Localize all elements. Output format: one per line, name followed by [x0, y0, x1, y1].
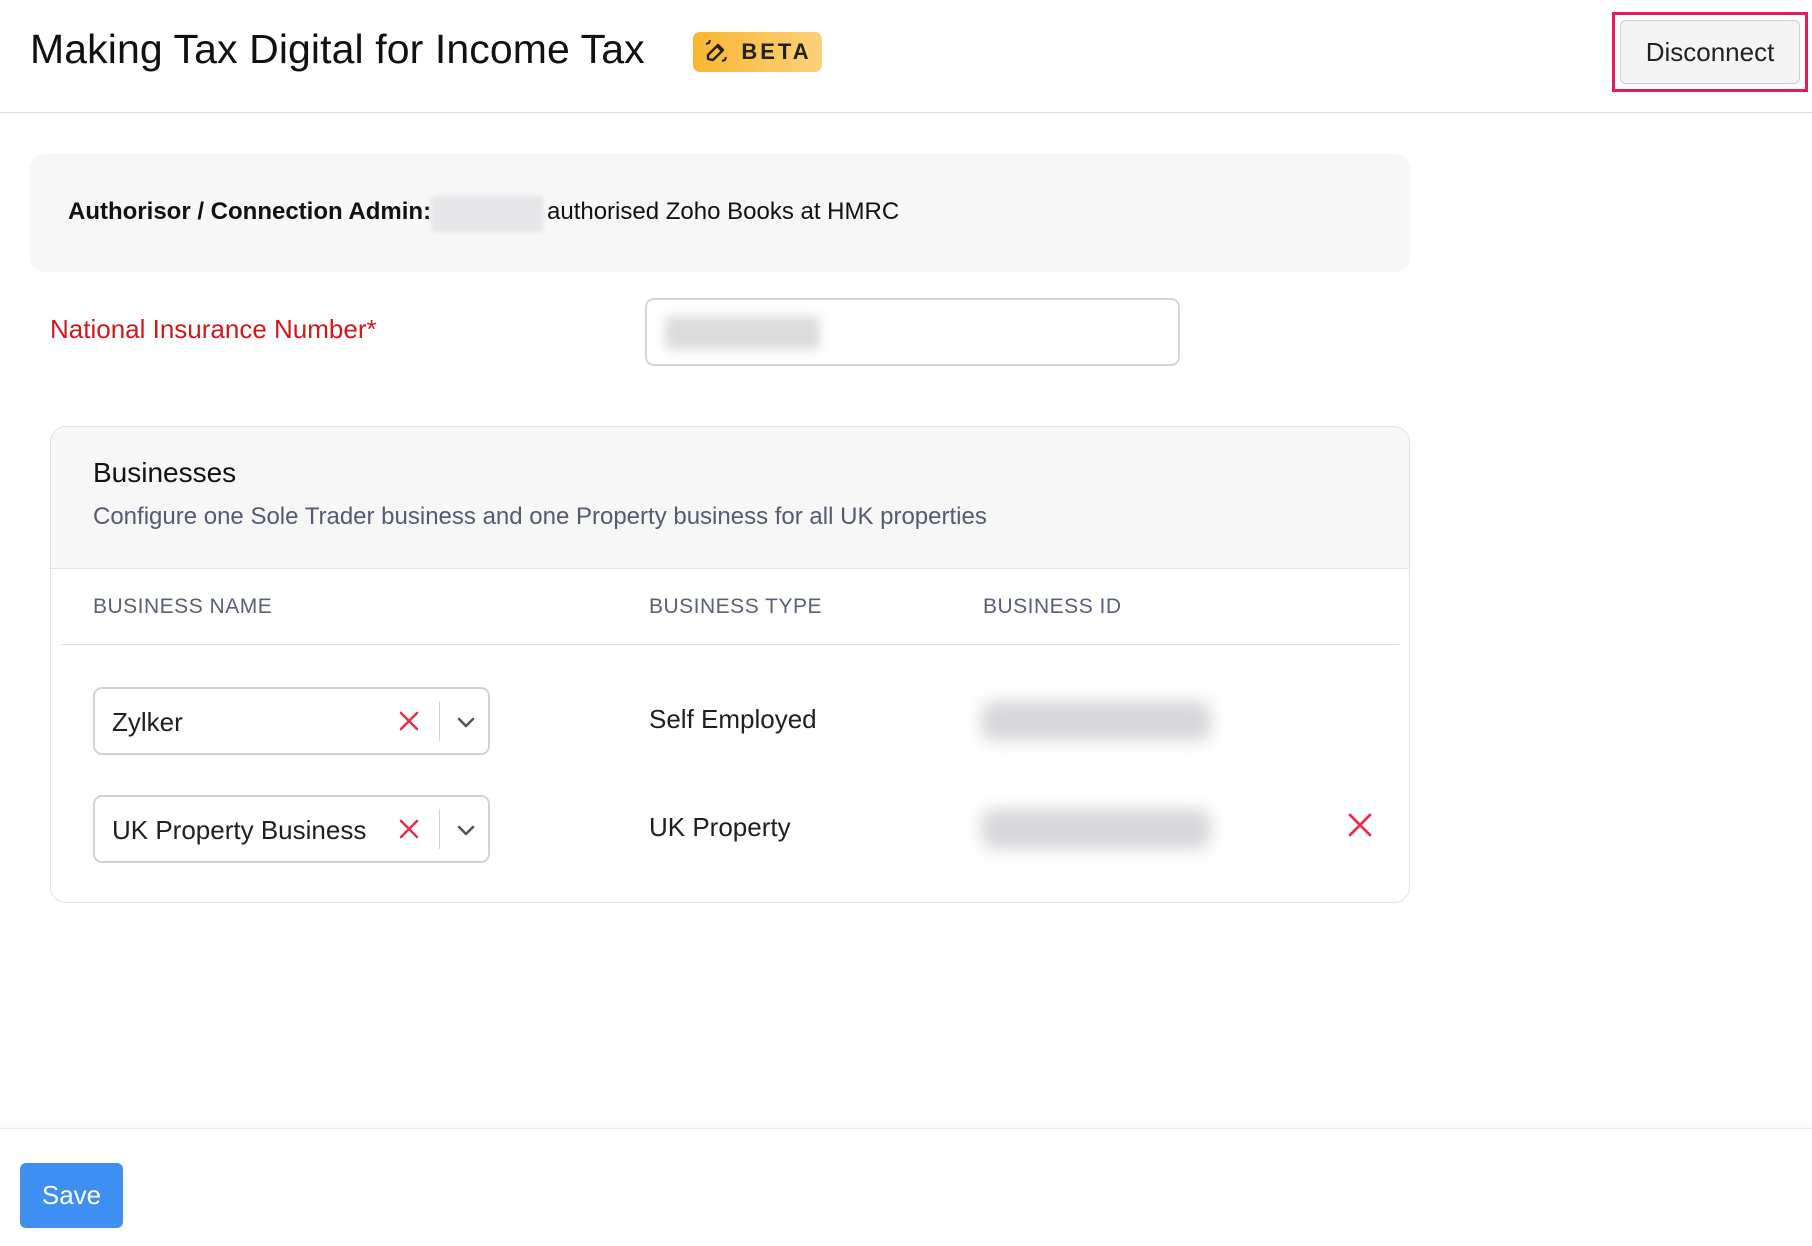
- clear-selection-icon[interactable]: [397, 817, 421, 841]
- select-separator: [439, 809, 440, 849]
- table-divider: [61, 644, 1399, 645]
- business-id-redacted: [981, 701, 1211, 741]
- business-name-value: UK Property Business: [112, 815, 367, 845]
- ni-number-redacted: [665, 316, 820, 350]
- beta-badge: BETA: [693, 32, 822, 72]
- column-business-type: BUSINESS TYPE: [649, 595, 823, 618]
- page-title: Making Tax Digital for Income Tax: [30, 26, 645, 72]
- businesses-card: Businesses Configure one Sole Trader bus…: [50, 426, 1410, 903]
- ni-number-input[interactable]: [645, 298, 1180, 366]
- column-business-id: BUSINESS ID: [983, 595, 1122, 618]
- save-button[interactable]: Save: [20, 1163, 123, 1228]
- page-header: Making Tax Digital for Income Tax BETA D…: [0, 0, 1812, 113]
- authorisor-text: authorised Zoho Books at HMRC: [547, 198, 900, 225]
- businesses-title: Businesses: [93, 457, 237, 488]
- business-id-redacted: [981, 809, 1211, 849]
- footer-bar: Save: [0, 1128, 1812, 1246]
- authorisor-name-redacted: [431, 196, 543, 232]
- business-name-value: Zylker: [112, 707, 183, 737]
- business-name-select[interactable]: Zylker: [93, 687, 490, 755]
- column-business-name: BUSINESS NAME: [93, 595, 273, 618]
- clear-selection-icon[interactable]: [397, 709, 421, 733]
- chevron-down-icon[interactable]: [455, 819, 477, 841]
- business-type-value: Self Employed: [649, 704, 817, 734]
- ni-number-label: National Insurance Number*: [50, 314, 377, 344]
- authorisor-info: Authorisor / Connection Admin: authorise…: [30, 154, 1410, 272]
- businesses-header: Businesses Configure one Sole Trader bus…: [51, 427, 1409, 569]
- select-separator: [439, 701, 440, 741]
- businesses-subtitle: Configure one Sole Trader business and o…: [93, 503, 987, 530]
- business-type-value: UK Property: [649, 812, 791, 842]
- beta-edit-icon: [706, 39, 728, 62]
- authorisor-label: Authorisor / Connection Admin:: [68, 198, 432, 225]
- chevron-down-icon[interactable]: [455, 711, 477, 733]
- disconnect-button[interactable]: Disconnect: [1620, 20, 1800, 84]
- delete-row-icon[interactable]: [1346, 811, 1374, 839]
- beta-badge-label: BETA: [741, 39, 812, 64]
- business-name-select[interactable]: UK Property Business: [93, 795, 490, 863]
